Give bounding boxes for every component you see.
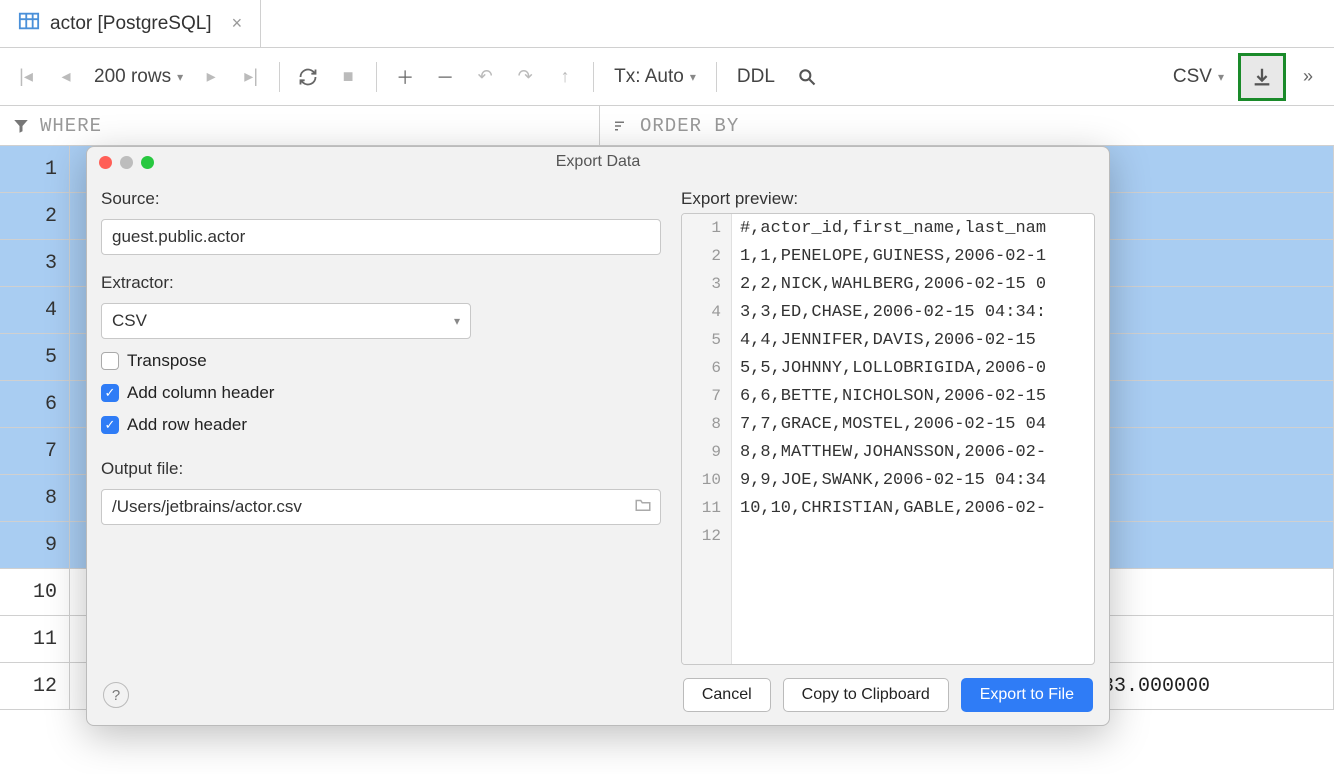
row-number[interactable]: 6 — [0, 381, 70, 427]
chevron-down-icon: ▾ — [690, 70, 696, 84]
submit-icon[interactable]: ↑ — [547, 59, 583, 95]
last-page-icon[interactable]: ▸| — [233, 59, 269, 95]
first-page-icon[interactable]: |◂ — [8, 59, 44, 95]
row-number[interactable]: 11 — [0, 616, 70, 662]
preview-box: 123456789101112 #,actor_id,first_name,la… — [681, 213, 1095, 665]
dialog-title: Export Data — [87, 153, 1109, 171]
remove-row-icon[interactable]: － — [427, 59, 463, 95]
row-number[interactable]: 9 — [0, 522, 70, 568]
chevron-down-icon: ▾ — [1218, 70, 1224, 84]
source-input[interactable]: guest.public.actor — [101, 219, 661, 255]
more-icon[interactable]: » — [1290, 59, 1326, 95]
add-row-header-checkbox[interactable]: ✓ Add row header — [101, 415, 661, 435]
preview-line: 7,7,GRACE,MOSTEL,2006-02-15 04 — [732, 410, 1094, 438]
tx-label: Tx: Auto — [614, 66, 684, 88]
filter-icon — [12, 117, 30, 135]
preview-line — [732, 522, 1094, 550]
row-number[interactable]: 2 — [0, 193, 70, 239]
tab-bar: actor [PostgreSQL] × — [0, 0, 1334, 48]
copy-to-clipboard-button[interactable]: Copy to Clipboard — [783, 678, 949, 712]
row-number[interactable]: 5 — [0, 334, 70, 380]
extractor-label: Extractor: — [101, 273, 661, 293]
export-dialog: Export Data Source: guest.public.actor E… — [86, 146, 1110, 726]
tab-title: actor [PostgreSQL] — [50, 13, 212, 35]
orderby-filter[interactable]: ORDER BY — [600, 106, 1334, 145]
preview-label: Export preview: — [681, 189, 1095, 209]
row-number[interactable]: 8 — [0, 475, 70, 521]
orderby-label: ORDER BY — [640, 115, 739, 137]
stop-icon[interactable]: ■ — [330, 59, 366, 95]
preview-line: 4,4,JENNIFER,DAVIS,2006-02-15 — [732, 326, 1094, 354]
close-icon[interactable]: × — [232, 13, 243, 34]
row-number[interactable]: 10 — [0, 569, 70, 615]
chevron-down-icon: ▾ — [177, 70, 183, 84]
transpose-checkbox[interactable]: Transpose — [101, 351, 661, 371]
tab-actor[interactable]: actor [PostgreSQL] × — [0, 0, 261, 48]
checkbox-icon: ✓ — [101, 416, 119, 434]
checkbox-icon: ✓ — [101, 384, 119, 402]
export-button[interactable] — [1238, 53, 1286, 101]
dialog-titlebar: Export Data — [87, 147, 1109, 177]
chevron-down-icon: ▾ — [454, 314, 460, 328]
undo-icon[interactable]: ↶ — [467, 59, 503, 95]
preview-line: 1,1,PENELOPE,GUINESS,2006-02-1 — [732, 242, 1094, 270]
search-icon[interactable] — [789, 59, 825, 95]
ddl-button[interactable]: DDL — [727, 66, 785, 88]
where-filter[interactable]: WHERE — [0, 106, 600, 145]
output-file-input[interactable]: /Users/jetbrains/actor.csv — [101, 489, 661, 525]
refresh-icon[interactable] — [290, 59, 326, 95]
source-label: Source: — [101, 189, 661, 209]
preview-line: 3,3,ED,CHASE,2006-02-15 04:34: — [732, 298, 1094, 326]
export-to-file-button[interactable]: Export to File — [961, 678, 1093, 712]
cancel-button[interactable]: Cancel — [683, 678, 771, 712]
sort-icon — [612, 117, 630, 135]
preview-line: #,actor_id,first_name,last_nam — [732, 214, 1094, 242]
preview-lines[interactable]: #,actor_id,first_name,last_nam1,1,PENELO… — [732, 214, 1094, 664]
preview-line: 2,2,NICK,WAHLBERG,2006-02-15 0 — [732, 270, 1094, 298]
add-row-icon[interactable]: ＋ — [387, 59, 423, 95]
extractor-dropdown[interactable]: CSV ▾ — [1163, 66, 1234, 88]
toolbar: |◂ ◂ 200 rows ▾ ▸ ▸| ■ ＋ － ↶ ↷ ↑ Tx: Aut… — [0, 48, 1334, 106]
rows-label: 200 rows — [94, 66, 171, 88]
row-number[interactable]: 3 — [0, 240, 70, 286]
csv-label: CSV — [1173, 66, 1212, 88]
checkbox-icon — [101, 352, 119, 370]
preview-line: 5,5,JOHNNY,LOLLOBRIGIDA,2006-0 — [732, 354, 1094, 382]
add-column-header-checkbox[interactable]: ✓ Add column header — [101, 383, 661, 403]
row-number[interactable]: 7 — [0, 428, 70, 474]
redo-icon[interactable]: ↷ — [507, 59, 543, 95]
help-button[interactable]: ? — [103, 682, 129, 708]
prev-page-icon[interactable]: ◂ — [48, 59, 84, 95]
rows-dropdown[interactable]: 200 rows ▾ — [88, 66, 189, 88]
row-number[interactable]: 1 — [0, 146, 70, 192]
row-number[interactable]: 4 — [0, 287, 70, 333]
preview-line: 8,8,MATTHEW,JOHANSSON,2006-02- — [732, 438, 1094, 466]
row-number[interactable]: 12 — [0, 663, 70, 709]
folder-icon[interactable] — [634, 496, 652, 519]
where-label: WHERE — [40, 115, 102, 137]
next-page-icon[interactable]: ▸ — [193, 59, 229, 95]
extractor-select[interactable]: CSV ▾ — [101, 303, 471, 339]
preview-line: 9,9,JOE,SWANK,2006-02-15 04:34 — [732, 466, 1094, 494]
preview-gutter: 123456789101112 — [682, 214, 732, 664]
table-icon — [18, 10, 40, 38]
filter-bar: WHERE ORDER BY — [0, 106, 1334, 146]
output-file-label: Output file: — [101, 459, 661, 479]
preview-line: 6,6,BETTE,NICHOLSON,2006-02-15 — [732, 382, 1094, 410]
tx-mode-dropdown[interactable]: Tx: Auto ▾ — [604, 66, 706, 88]
preview-line: 10,10,CHRISTIAN,GABLE,2006-02- — [732, 494, 1094, 522]
